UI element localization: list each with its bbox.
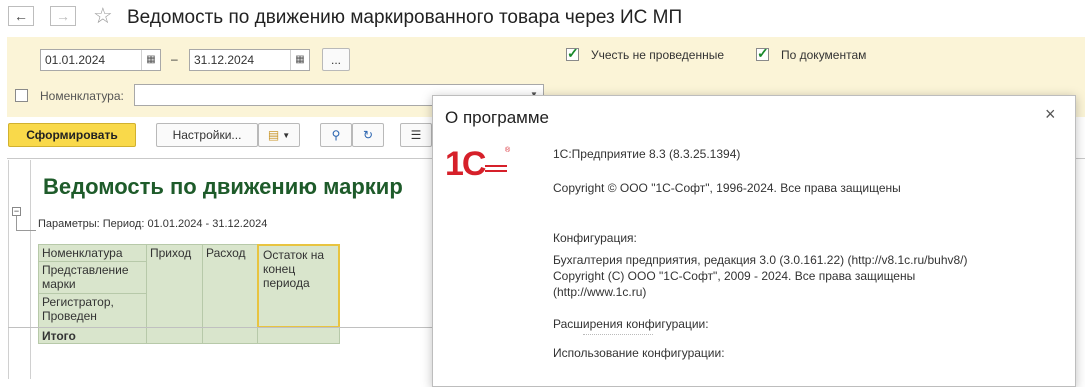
chevron-down-icon: ▼	[282, 130, 291, 140]
search-icon: ⚲	[331, 128, 341, 142]
header-income: Приход	[146, 244, 203, 328]
platform-copyright: Copyright © ООО "1С-Софт", 1996-2024. Вс…	[553, 181, 901, 195]
1c-logo: 1С ®	[445, 145, 511, 183]
header-expense: Расход	[202, 244, 258, 328]
config-name: Бухгалтерия предприятия, редакция 3.0 (3…	[553, 253, 968, 267]
back-arrow-icon: ←	[14, 8, 28, 24]
header-balance[interactable]: Остаток на конец периода	[257, 244, 340, 328]
find-next-button[interactable]: ↻	[352, 123, 384, 147]
forward-arrow-icon: →	[56, 8, 70, 24]
about-dialog: О программе × 1С ® 1С:Предприятие 8.3 (8…	[432, 95, 1076, 387]
date-from-field[interactable]: 01.01.2024 ▦	[40, 49, 161, 71]
config-header: Конфигурация:	[553, 231, 637, 245]
total-label: Итого	[38, 327, 147, 344]
date-from-value: 01.01.2024	[45, 53, 106, 67]
unposted-checkbox[interactable]	[566, 45, 579, 62]
header-mark: Представление марки	[38, 261, 147, 294]
config-url: (http://www.1c.ru)	[553, 285, 647, 299]
extensions-list	[583, 334, 653, 337]
report-parameters: Параметры: Период: 01.01.2024 - 31.12.20…	[38, 218, 268, 230]
config-copyright: Copyright (C) ООО "1С-Софт", 2009 - 2024…	[553, 269, 916, 283]
variant-menu-button[interactable]: ▤ ▼	[258, 123, 300, 147]
report-title: Ведомость по движению маркир	[43, 174, 403, 199]
usage-header: Использование конфигурации:	[553, 346, 725, 360]
total-balance	[257, 327, 340, 344]
platform-version: 1С:Предприятие 8.3 (8.3.25.1394)	[553, 147, 741, 161]
find-button[interactable]: ⚲	[320, 123, 352, 147]
calendar-icon[interactable]: ▦	[290, 50, 309, 70]
report-left-divider	[8, 160, 9, 379]
folder-icon: ▤	[267, 128, 280, 142]
total-expense	[202, 327, 258, 344]
grouping-icon: ☰	[410, 128, 422, 142]
date-to-value: 31.12.2024	[194, 53, 255, 67]
back-button[interactable]: ←	[8, 6, 34, 26]
nomenclature-checkbox[interactable]	[15, 89, 28, 102]
favorite-star-icon[interactable]: ☆	[93, 3, 113, 29]
by-documents-checkbox[interactable]	[756, 45, 769, 62]
generate-button[interactable]: Сформировать	[8, 123, 136, 147]
date-to-field[interactable]: 31.12.2024 ▦	[189, 49, 310, 71]
forward-button[interactable]: →	[50, 6, 76, 26]
dialog-title: О программе	[445, 108, 550, 127]
calendar-icon[interactable]: ▦	[141, 50, 160, 70]
close-icon[interactable]: ×	[1045, 105, 1056, 123]
settings-button[interactable]: Настройки...	[156, 123, 258, 147]
page-title: Ведомость по движению маркированного тов…	[127, 7, 683, 28]
collapse-icon[interactable]: −	[12, 207, 21, 216]
group-line	[16, 216, 17, 231]
by-documents-label: По документам	[781, 48, 867, 62]
report-ruler-divider	[30, 160, 31, 379]
period-select-button[interactable]: ...	[322, 48, 350, 71]
total-income	[146, 327, 203, 344]
extensions-header: Расширения конфигурации:	[553, 317, 709, 331]
group-line	[16, 230, 36, 231]
period-dash: –	[171, 52, 178, 66]
header-nomenclature: Номенклатура	[38, 244, 147, 262]
nomenclature-label: Номенклатура:	[40, 89, 124, 103]
search-next-icon: ↻	[362, 128, 374, 142]
group-button[interactable]: ☰	[400, 123, 432, 147]
unposted-label: Учесть не проведенные	[591, 48, 724, 62]
header-registrar: Регистратор, Проведен	[38, 293, 147, 328]
row-separator	[8, 327, 432, 328]
